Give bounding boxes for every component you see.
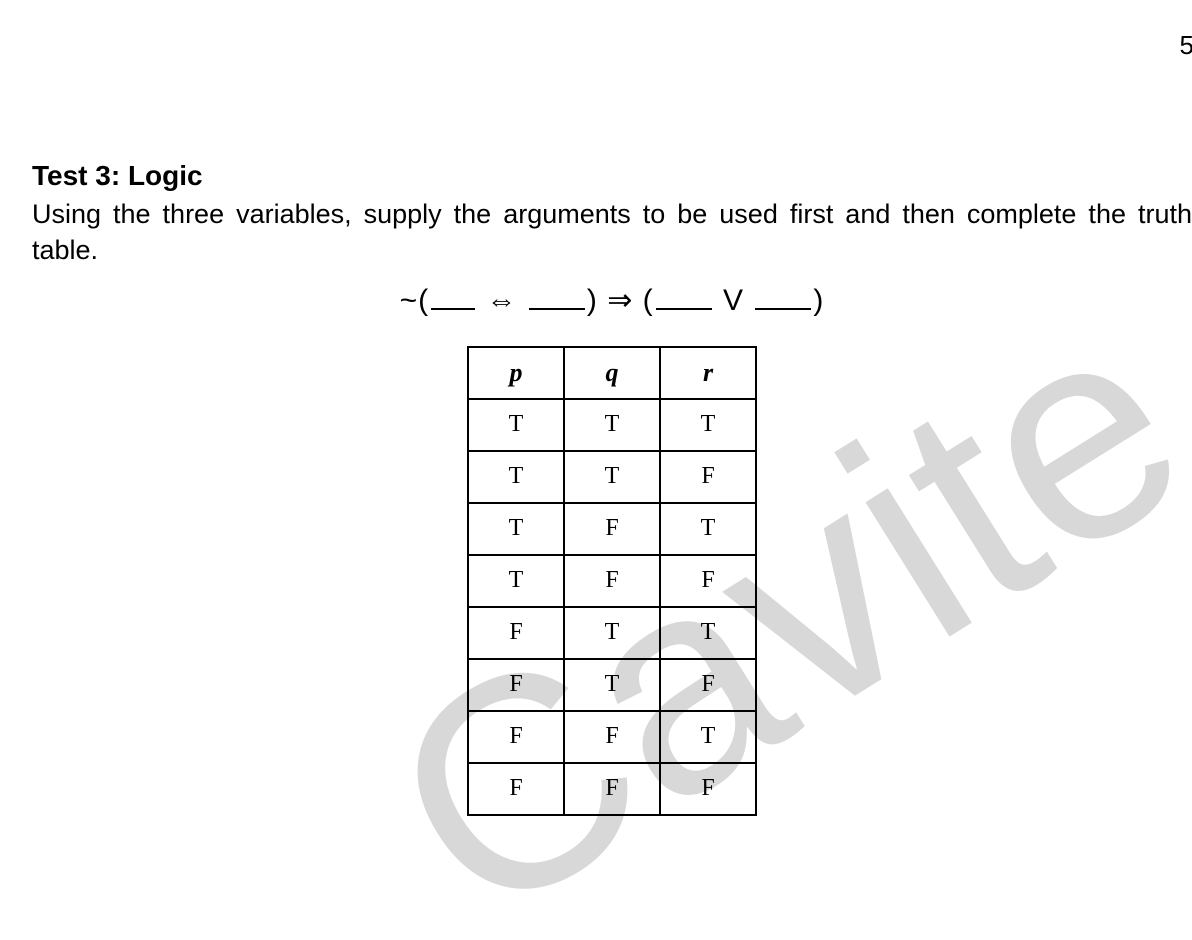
cell: F: [564, 555, 660, 607]
cell: T: [660, 711, 756, 763]
page: 5 Test 3: Logic Using the three variable…: [0, 0, 1192, 940]
cell: T: [660, 399, 756, 451]
cell: T: [468, 503, 564, 555]
cell: T: [468, 555, 564, 607]
cell: F: [468, 763, 564, 815]
cell: T: [468, 451, 564, 503]
cell: T: [468, 399, 564, 451]
cell: F: [660, 763, 756, 815]
left-paren-1: (: [418, 284, 429, 317]
table-row: T F T: [468, 503, 756, 555]
table-header-row: p q r: [468, 347, 756, 399]
cell: F: [564, 711, 660, 763]
truth-table: p q r T T T T T F T F: [467, 346, 757, 816]
cell: F: [564, 763, 660, 815]
cell: T: [564, 451, 660, 503]
table-row: F T T: [468, 607, 756, 659]
cell: F: [468, 711, 564, 763]
cell: F: [660, 659, 756, 711]
implies-symbol: ⇒: [607, 284, 633, 317]
blank-2[interactable]: [529, 284, 585, 310]
formula-expression: ~( ⇔ ) ⇒ ( V ): [32, 283, 1192, 318]
col-header-p: p: [468, 347, 564, 399]
biconditional-symbol: ⇔: [487, 284, 518, 317]
table-row: F F F: [468, 763, 756, 815]
table-row: T T T: [468, 399, 756, 451]
table-row: F F T: [468, 711, 756, 763]
blank-3[interactable]: [656, 284, 712, 310]
right-paren-2: ): [813, 284, 824, 317]
table-row: T T F: [468, 451, 756, 503]
cell: T: [564, 399, 660, 451]
cell: T: [564, 607, 660, 659]
cell: T: [660, 607, 756, 659]
col-header-r: r: [660, 347, 756, 399]
table-row: F T F: [468, 659, 756, 711]
instructions-text: Using the three variables, supply the ar…: [32, 196, 1192, 269]
right-paren-1: ): [587, 284, 598, 317]
cell: F: [468, 659, 564, 711]
cell: T: [564, 659, 660, 711]
page-number: 5: [1180, 30, 1192, 61]
cell: F: [660, 451, 756, 503]
negation-symbol: ~: [400, 284, 419, 317]
content-area: Test 3: Logic Using the three variables,…: [32, 160, 1192, 816]
col-header-q: q: [564, 347, 660, 399]
cell: F: [468, 607, 564, 659]
blank-1[interactable]: [431, 284, 475, 310]
test-title: Test 3: Logic: [32, 160, 1192, 192]
cell: F: [564, 503, 660, 555]
cell: T: [660, 503, 756, 555]
or-symbol: V: [723, 284, 744, 317]
left-paren-2: (: [643, 284, 654, 317]
table-row: T F F: [468, 555, 756, 607]
cell: F: [660, 555, 756, 607]
blank-4[interactable]: [755, 284, 811, 310]
